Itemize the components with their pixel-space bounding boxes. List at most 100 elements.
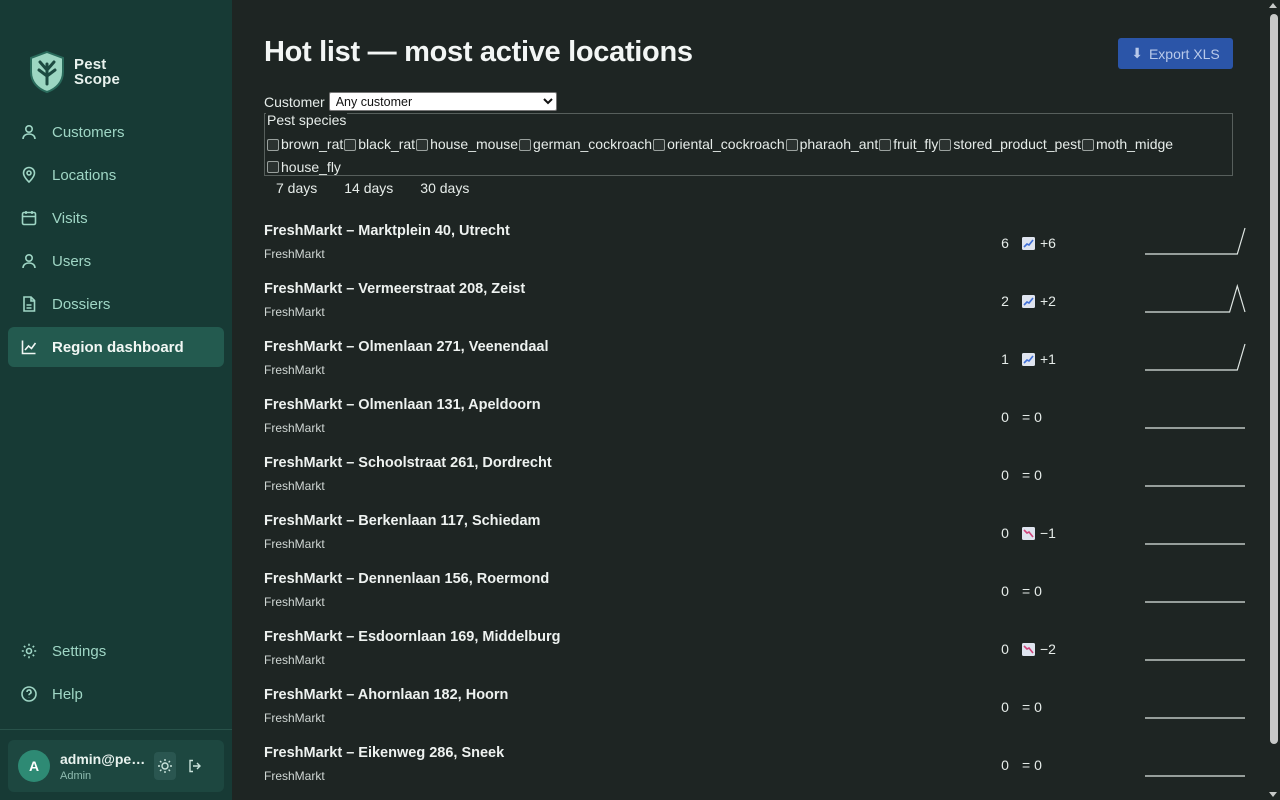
nav-label: Locations [52,166,117,184]
brand[interactable]: Pest Scope [0,0,232,112]
species-option[interactable]: oriental_cockroach [652,134,785,155]
sun-icon [158,759,172,773]
nav-item-dossiers[interactable]: Dossiers [8,284,224,324]
location-trend: = 0 [1022,699,1042,715]
location-name[interactable]: FreshMarkt – Marktplein 40, Utrecht [264,223,510,239]
theme-toggle-button[interactable] [154,752,176,780]
species-option[interactable]: fruit_fly [878,134,938,155]
range-tab-7-days[interactable]: 7 days [276,180,317,196]
nav-item-users[interactable]: Users [8,241,224,281]
location-name[interactable]: FreshMarkt – Ahornlaan 182, Hoorn [264,687,508,703]
location-count: 0 [1001,699,1009,715]
location-count: 1 [1001,351,1009,367]
location-trend: = 0 [1022,583,1042,599]
nav-label: Region dashboard [52,338,184,356]
species-option[interactable]: pharaoh_ant [785,134,879,155]
scroll-up-arrow[interactable] [1269,3,1277,8]
activity-sparkline [1145,775,1245,777]
location-count: 0 [1001,641,1009,657]
species-label: pharaoh_ant [799,136,879,152]
range-tab-30-days[interactable]: 30 days [420,180,469,196]
species-option[interactable]: moth_midge [1081,134,1173,155]
species-checkbox[interactable] [879,138,892,151]
species-option[interactable]: black_rat [343,134,415,155]
nav-label: Dossiers [52,295,111,313]
location-customer: FreshMarkt [264,247,325,261]
location-name[interactable]: FreshMarkt – Schoolstraat 261, Dordrecht [264,455,552,471]
user-icon [22,253,36,269]
location-name[interactable]: FreshMarkt – Eikenweg 286, Sneek [264,745,504,761]
location-row[interactable]: FreshMarkt – Schoolstraat 261, Dordrecht… [264,446,1245,504]
trend-value: +2 [1040,293,1056,309]
location-row[interactable]: FreshMarkt – Eikenweg 286, Sneek FreshMar… [264,736,1245,794]
range-tab-14-days[interactable]: 14 days [344,180,393,196]
nav-item-region-dashboard[interactable]: Region dashboard [8,327,224,367]
location-name[interactable]: FreshMarkt – Esdoornlaan 169, Middelburg [264,629,561,645]
location-row[interactable]: FreshMarkt – Marktplein 40, Utrecht Fresh… [264,214,1246,272]
nav-item-visits[interactable]: Visits [8,198,224,238]
scroll-thumb[interactable] [1270,14,1278,744]
activity-sparkline [1145,485,1245,487]
location-row[interactable]: FreshMarkt – Olmenlaan 131, Apeldoorn Fre… [264,388,1245,446]
trend-down-icon [1022,526,1035,540]
location-name[interactable]: FreshMarkt – Vermeerstraat 208, Zeist [264,281,525,297]
species-option[interactable]: stored_product_pest [938,134,1081,155]
species-checkbox[interactable] [267,138,279,151]
location-row[interactable]: FreshMarkt – Olmenlaan 271, Veenendaal Fr… [264,330,1246,388]
species-option[interactable]: german_cockroach [518,134,652,155]
species-label: german_cockroach [533,136,653,152]
species-checkbox[interactable] [785,138,798,151]
avatar[interactable]: A [18,750,50,782]
species-label: brown_rat [281,136,344,152]
nav-item-help[interactable]: Help [8,674,224,714]
location-name[interactable]: FreshMarkt – Berkenlaan 117, Schiedam [264,513,540,529]
logout-button[interactable] [184,752,206,780]
main-nav: Customers Locations Visits Users Dossier… [0,112,232,370]
location-customer: FreshMarkt [264,421,325,435]
location-row[interactable]: FreshMarkt – Vermeerstraat 208, Zeist Fre… [264,272,1246,330]
species-option[interactable]: brown_rat [266,134,343,155]
species-checkbox[interactable] [519,138,532,151]
scroll-down-arrow[interactable] [1269,792,1277,797]
species-checkbox[interactable] [939,138,952,151]
location-row[interactable]: FreshMarkt – Dennenlaan 156, Roermond Fre… [264,562,1245,620]
location-row[interactable]: FreshMarkt – Ahornlaan 182, Hoorn FreshMa… [264,678,1245,736]
location-name[interactable]: FreshMarkt – Olmenlaan 271, Veenendaal [264,339,549,355]
location-name[interactable]: FreshMarkt – Dennenlaan 156, Roermond [264,571,549,587]
page-scrollbar[interactable] [1266,0,1280,800]
trend-up-icon [1022,294,1035,308]
location-row[interactable]: FreshMarkt – Esdoornlaan 169, Middelburg… [264,620,1245,678]
species-option[interactable]: house_fly [266,157,341,178]
species-checkbox[interactable] [416,138,429,151]
customer-filter: Customer Any customer [264,92,557,111]
nav-item-locations[interactable]: Locations [8,155,224,195]
location-name[interactable]: FreshMarkt – Olmenlaan 131, Apeldoorn [264,397,541,413]
export-xls-button[interactable]: ⬇ Export XLS [1118,38,1233,69]
user-card: A admin@pes... Admin [8,740,224,792]
location-row[interactable]: FreshMarkt – Berkenlaan 117, Schiedam Fre… [264,504,1245,562]
species-checkbox[interactable] [267,161,279,173]
nav-item-settings[interactable]: Settings [8,631,224,671]
location-customer: FreshMarkt [264,363,325,377]
species-label: house_mouse [430,136,519,152]
location-count: 2 [1001,293,1009,309]
brand-name: Pest Scope [74,56,121,88]
logout-icon [189,759,201,773]
location-count: 0 [1001,525,1009,541]
species-checkbox[interactable] [344,138,357,151]
location-count: 6 [1001,235,1009,251]
species-checkbox[interactable] [1082,138,1095,151]
nav-label: Customers [52,123,125,141]
customer-select[interactable]: Any customer [328,92,557,111]
trend-value: = 0 [1022,757,1042,773]
help-circle-icon [21,686,37,702]
hot-list: FreshMarkt – Marktplein 40, Utrecht Fresh… [264,214,1246,794]
trend-value: +1 [1040,351,1056,367]
gear-icon [21,643,37,659]
species-label: house_fly [281,158,341,175]
user-role: Admin [60,769,92,782]
species-option[interactable]: house_mouse [415,134,518,155]
nav-item-customers[interactable]: Customers [8,112,224,152]
species-checkbox[interactable] [653,138,666,151]
